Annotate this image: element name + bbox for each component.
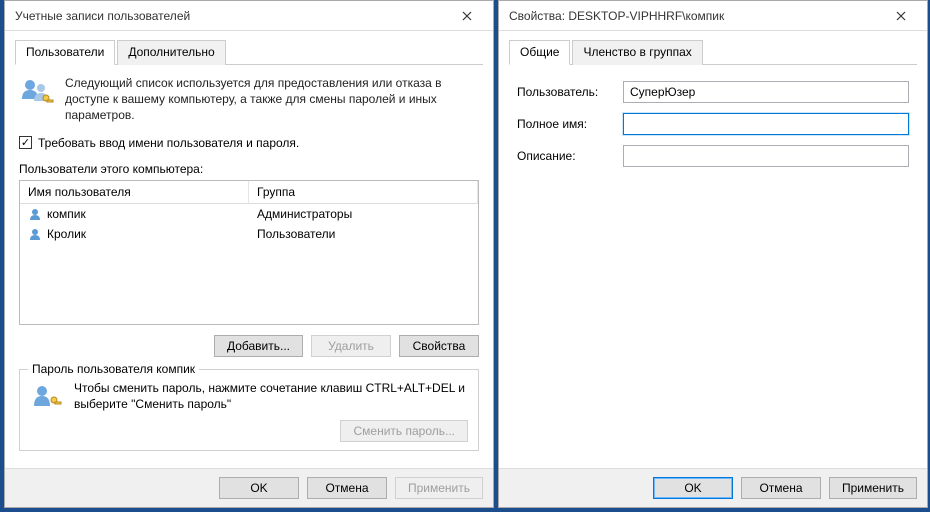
remove-button: Удалить [311, 335, 391, 357]
users-keys-icon [19, 75, 55, 124]
cancel-button[interactable]: Отмена [307, 477, 387, 499]
properties-button[interactable]: Свойства [399, 335, 479, 357]
require-login-label: Требовать ввод имени пользователя и паро… [38, 136, 299, 150]
row-username: Кролик [47, 227, 86, 241]
description-input[interactable] [623, 145, 909, 167]
apply-button[interactable]: Применить [829, 477, 917, 499]
tab-advanced[interactable]: Дополнительно [117, 40, 225, 65]
content-area: Общие Членство в группах Пользователь: П… [499, 31, 927, 468]
listview-body: компик Администраторы Кролик Пользовател… [20, 204, 478, 324]
row-group: Пользователи [249, 226, 478, 242]
col-group[interactable]: Группа [249, 181, 478, 203]
require-login-row[interactable]: ✓ Требовать ввод имени пользователя и па… [19, 136, 483, 150]
fullname-input[interactable] [623, 113, 909, 135]
description-field-row: Описание: [517, 145, 909, 167]
close-button[interactable] [881, 2, 921, 30]
description-label: Описание: [517, 149, 617, 163]
content-area: Пользователи Дополнительно Следующий спи… [5, 31, 493, 468]
tab-membership[interactable]: Членство в группах [572, 40, 702, 65]
password-groupbox: Пароль пользователя компик Чтобы сменить… [19, 369, 479, 451]
tab-users[interactable]: Пользователи [15, 40, 115, 65]
user-key-icon [30, 380, 64, 414]
apply-button: Применить [395, 477, 483, 499]
dialog-footer: OK Отмена Применить [5, 468, 493, 507]
change-password-button: Сменить пароль... [340, 420, 468, 442]
password-hint: Чтобы сменить пароль, нажмите сочетание … [74, 380, 468, 412]
user-properties-window: Свойства: DESKTOP-VIPHHRF\компик Общие Ч… [498, 0, 928, 508]
user-field-row: Пользователь: [517, 81, 909, 103]
tabstrip: Пользователи Дополнительно [15, 39, 483, 65]
tab-general[interactable]: Общие [509, 40, 570, 65]
fullname-field-row: Полное имя: [517, 113, 909, 135]
ok-button[interactable]: OK [653, 477, 733, 499]
user-icon [28, 207, 42, 221]
col-username[interactable]: Имя пользователя [20, 181, 249, 203]
list-buttons: Добавить... Удалить Свойства [15, 335, 479, 357]
cancel-button[interactable]: Отмена [741, 477, 821, 499]
password-legend: Пароль пользователя компик [28, 362, 199, 376]
close-button[interactable] [447, 2, 487, 30]
row-username: компик [47, 207, 86, 221]
dialog-footer: OK Отмена Применить [499, 468, 927, 507]
table-row[interactable]: компик Администраторы [20, 204, 478, 224]
fullname-label: Полное имя: [517, 117, 617, 131]
intro-block: Следующий список используется для предос… [15, 75, 483, 124]
tabstrip: Общие Членство в группах [509, 39, 917, 65]
intro-text: Следующий список используется для предос… [65, 75, 479, 124]
users-list-header: Пользователи этого компьютера: [19, 162, 483, 176]
add-button[interactable]: Добавить... [214, 335, 303, 357]
username-input[interactable] [623, 81, 909, 103]
row-group: Администраторы [249, 206, 478, 222]
window-title: Учетные записи пользователей [15, 9, 447, 23]
users-listview[interactable]: Имя пользователя Группа компик Администр… [19, 180, 479, 325]
titlebar: Учетные записи пользователей [5, 1, 493, 31]
titlebar: Свойства: DESKTOP-VIPHHRF\компик [499, 1, 927, 31]
user-accounts-window: Учетные записи пользователей Пользовател… [4, 0, 494, 508]
user-label: Пользователь: [517, 85, 617, 99]
table-row[interactable]: Кролик Пользователи [20, 224, 478, 244]
ok-button[interactable]: OK [219, 477, 299, 499]
checkbox-icon: ✓ [19, 136, 32, 149]
window-title: Свойства: DESKTOP-VIPHHRF\компик [509, 9, 881, 23]
listview-header: Имя пользователя Группа [20, 181, 478, 204]
user-icon [28, 227, 42, 241]
